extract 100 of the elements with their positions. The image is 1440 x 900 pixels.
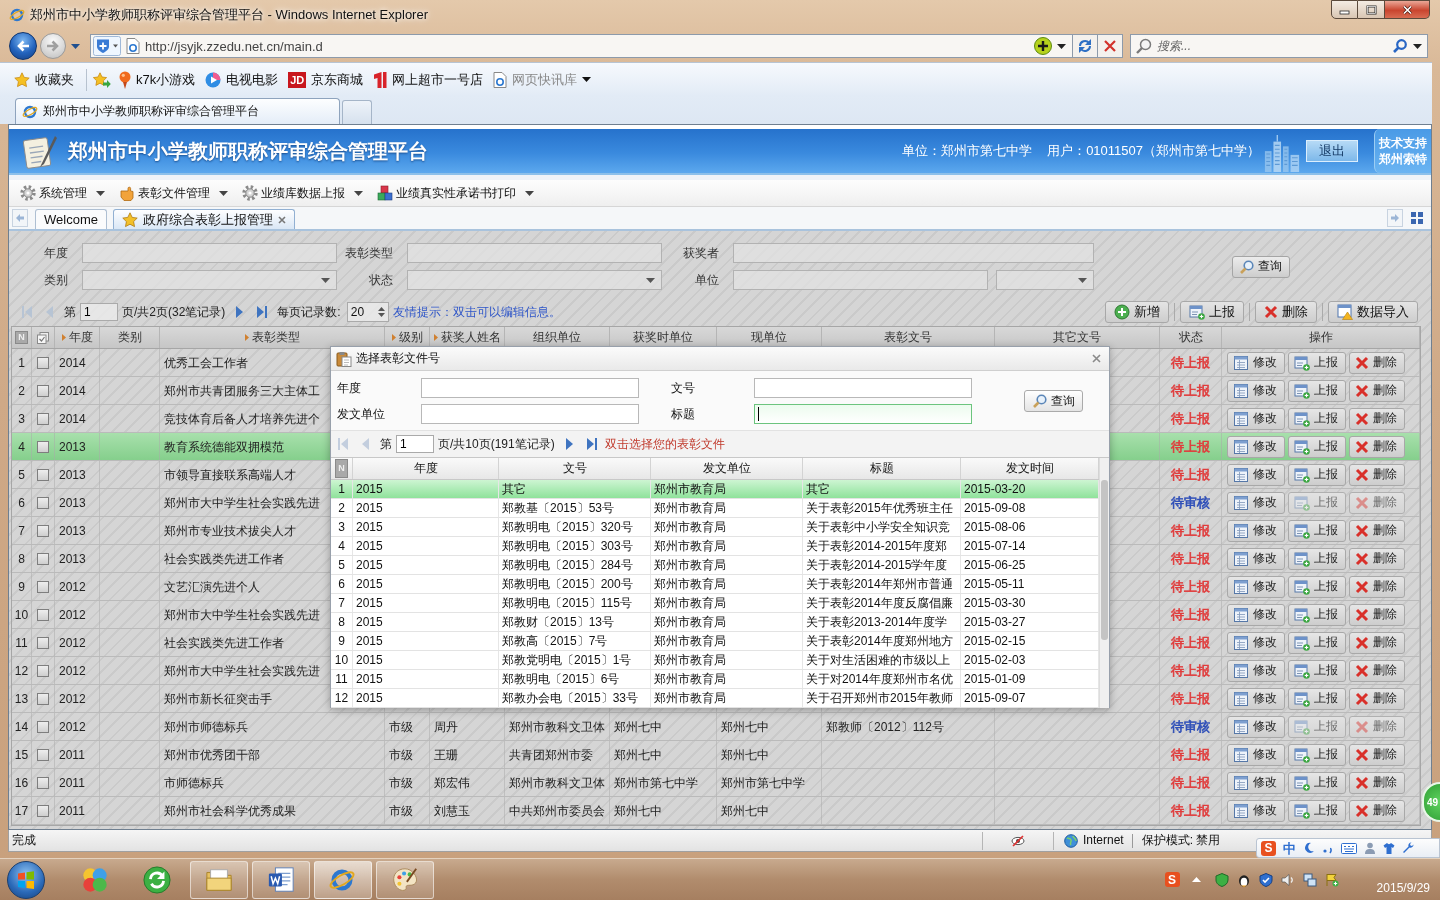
edit-button[interactable]: 修改: [1227, 715, 1285, 738]
search-field[interactable]: 搜索...: [1130, 34, 1428, 58]
delete-button[interactable]: 删除: [1349, 463, 1405, 486]
column-header[interactable]: 表彰类型: [244, 329, 300, 346]
row-checkbox[interactable]: [37, 608, 49, 621]
delete-button[interactable]: 删除: [1349, 799, 1405, 822]
column-header[interactable]: 级别: [391, 329, 423, 346]
edit-button[interactable]: 修改: [1227, 547, 1285, 570]
search-button[interactable]: 查询: [1232, 255, 1290, 278]
report-button[interactable]: 上报: [1288, 743, 1346, 766]
penguin-icon[interactable]: [1236, 872, 1251, 887]
row-checkbox[interactable]: [37, 356, 49, 369]
report-button[interactable]: 上报: [1288, 575, 1346, 598]
row-checkbox[interactable]: [37, 776, 49, 789]
delete-button[interactable]: 删除: [1349, 547, 1405, 570]
shirt-icon[interactable]: [1383, 842, 1395, 854]
star-arrow-icon[interactable]: [93, 71, 111, 88]
row-checkbox[interactable]: [37, 524, 49, 537]
table-row[interactable]: 12 2015 郑教办会电〔2015〕33号 郑州市教育局 关于召开郑州市2015年教师 2015-09-07: [331, 689, 1099, 708]
row-checkbox[interactable]: [37, 384, 49, 397]
browser-tab[interactable]: 郑州市中小学教师职称评审综合管理平台: [15, 98, 340, 124]
delete-button[interactable]: 删除: [1349, 631, 1405, 654]
caret-icon[interactable]: [1057, 43, 1066, 49]
column-header[interactable]: 标题: [869, 460, 894, 477]
edit-button[interactable]: 修改: [1227, 463, 1285, 486]
table-row[interactable]: 6 2015 郑教明电〔2015〕200号 郑州市教育局 关于表彰2014年郑州市普通 2015-05-11: [331, 575, 1099, 594]
delete-button[interactable]: 删除: [1349, 379, 1405, 402]
row-checkbox[interactable]: [37, 440, 49, 453]
search-icon[interactable]: [1393, 39, 1407, 53]
last-page-icon[interactable]: [585, 437, 598, 451]
taskbar-button[interactable]: [190, 860, 248, 899]
report-button[interactable]: 上报: [1288, 799, 1346, 822]
delete-button[interactable]: 删除: [1349, 743, 1405, 766]
favorite-link[interactable]: JD 京东商城: [288, 70, 364, 89]
report-button[interactable]: 上报: [1288, 547, 1346, 570]
text-field[interactable]: [407, 243, 662, 263]
edit-button[interactable]: 修改: [1227, 743, 1285, 766]
address-field[interactable]: http://jsyjk.zzedu.net.cn/main.d: [90, 34, 1073, 58]
row-checkbox[interactable]: [37, 720, 49, 733]
wrench-icon[interactable]: [1402, 842, 1414, 854]
column-header[interactable]: 获奖人姓名: [433, 329, 501, 346]
new-tab-button[interactable]: [342, 100, 372, 124]
close-button[interactable]: [1385, 0, 1430, 19]
logout-button[interactable]: 退出: [1306, 140, 1358, 162]
table-row[interactable]: 7 2015 郑教明电〔2015〕115号 郑州市教育局 关于表彰2014年度反腐倡廉 2015-03-30: [331, 594, 1099, 613]
table-row[interactable]: 2 2015 郑教基〔2015〕53号 郑州市教育局 关于表彰2015年优秀班主任 2015-09-08: [331, 499, 1099, 518]
delete-button[interactable]: 删除: [1349, 407, 1405, 430]
network-icon[interactable]: [1302, 872, 1317, 887]
column-header[interactable]: 年度: [61, 329, 93, 346]
delete-button[interactable]: 删除: [1349, 351, 1405, 374]
report-button[interactable]: 上报: [1288, 687, 1346, 710]
delete-button[interactable]: 删除: [1349, 687, 1405, 710]
menu-item[interactable]: 表彰文件管理: [113, 181, 234, 205]
edit-button[interactable]: 修改: [1227, 379, 1285, 402]
page-field[interactable]: 1: [80, 303, 118, 321]
keyboard-icon[interactable]: [1341, 842, 1357, 854]
row-checkbox[interactable]: [37, 468, 49, 481]
maximize-button[interactable]: [1358, 0, 1385, 19]
report-button[interactable]: 上报: [1288, 771, 1346, 794]
delete-button[interactable]: 删除: [1349, 771, 1405, 794]
delete-button[interactable]: 删除: [1349, 603, 1405, 626]
column-header[interactable]: 发文单位: [702, 460, 751, 477]
table-row[interactable]: 11 2015 郑教明电〔2015〕6号 郑州市教育局 关于对2014年度郑州市名优 2015-01-09: [331, 670, 1099, 689]
row-checkbox[interactable]: [37, 804, 49, 817]
edit-button[interactable]: 修改: [1227, 603, 1285, 626]
scroll-left-button[interactable]: [12, 209, 28, 227]
start-button[interactable]: [7, 860, 45, 899]
report-button[interactable]: 上报: [1288, 379, 1346, 402]
report-button[interactable]: 上报: [1288, 631, 1346, 654]
favorite-link[interactable]: k7k小游戏: [119, 70, 196, 89]
ime-logo[interactable]: S: [1261, 840, 1276, 856]
moon-icon[interactable]: [1303, 842, 1315, 854]
report-button[interactable]: 上报: [1288, 603, 1346, 626]
back-button[interactable]: [9, 32, 37, 60]
report-button[interactable]: 上报: [1288, 519, 1346, 542]
last-page-icon[interactable]: [256, 305, 269, 319]
row-checkbox[interactable]: [37, 412, 49, 425]
scrollbar-thumb[interactable]: [1101, 480, 1108, 640]
caret-up-icon[interactable]: [1191, 877, 1201, 882]
select-all-icon[interactable]: [37, 331, 49, 344]
report-button[interactable]: 上报: [1288, 463, 1346, 486]
edit-button[interactable]: 修改: [1227, 771, 1285, 794]
delete-button[interactable]: 删除: [1349, 659, 1405, 682]
close-icon[interactable]: [1092, 354, 1101, 363]
scrollbar-track[interactable]: [1099, 458, 1109, 708]
edit-button[interactable]: 修改: [1227, 631, 1285, 654]
column-header[interactable]: 获奖时单位: [633, 329, 693, 346]
table-row[interactable]: 15 2011 郑州市优秀团干部 市级 王珊 共青团郑州市委 郑州七中 郑州七中 待上报 修改 上报 删除: [12, 741, 1420, 769]
page-tab[interactable]: Welcome: [35, 209, 107, 229]
row-checkbox[interactable]: [37, 580, 49, 593]
text-field[interactable]: [421, 404, 639, 424]
refresh-button[interactable]: [1073, 34, 1098, 58]
column-header[interactable]: 其它文号: [1053, 329, 1101, 346]
edit-button[interactable]: 修改: [1227, 519, 1285, 542]
edit-button[interactable]: 修改: [1227, 351, 1285, 374]
shield-icon[interactable]: [1214, 872, 1229, 887]
row-checkbox[interactable]: [37, 636, 49, 649]
row-checkbox[interactable]: [37, 552, 49, 565]
select-field[interactable]: [996, 270, 1094, 290]
report-button[interactable]: 上报: [1180, 301, 1244, 323]
